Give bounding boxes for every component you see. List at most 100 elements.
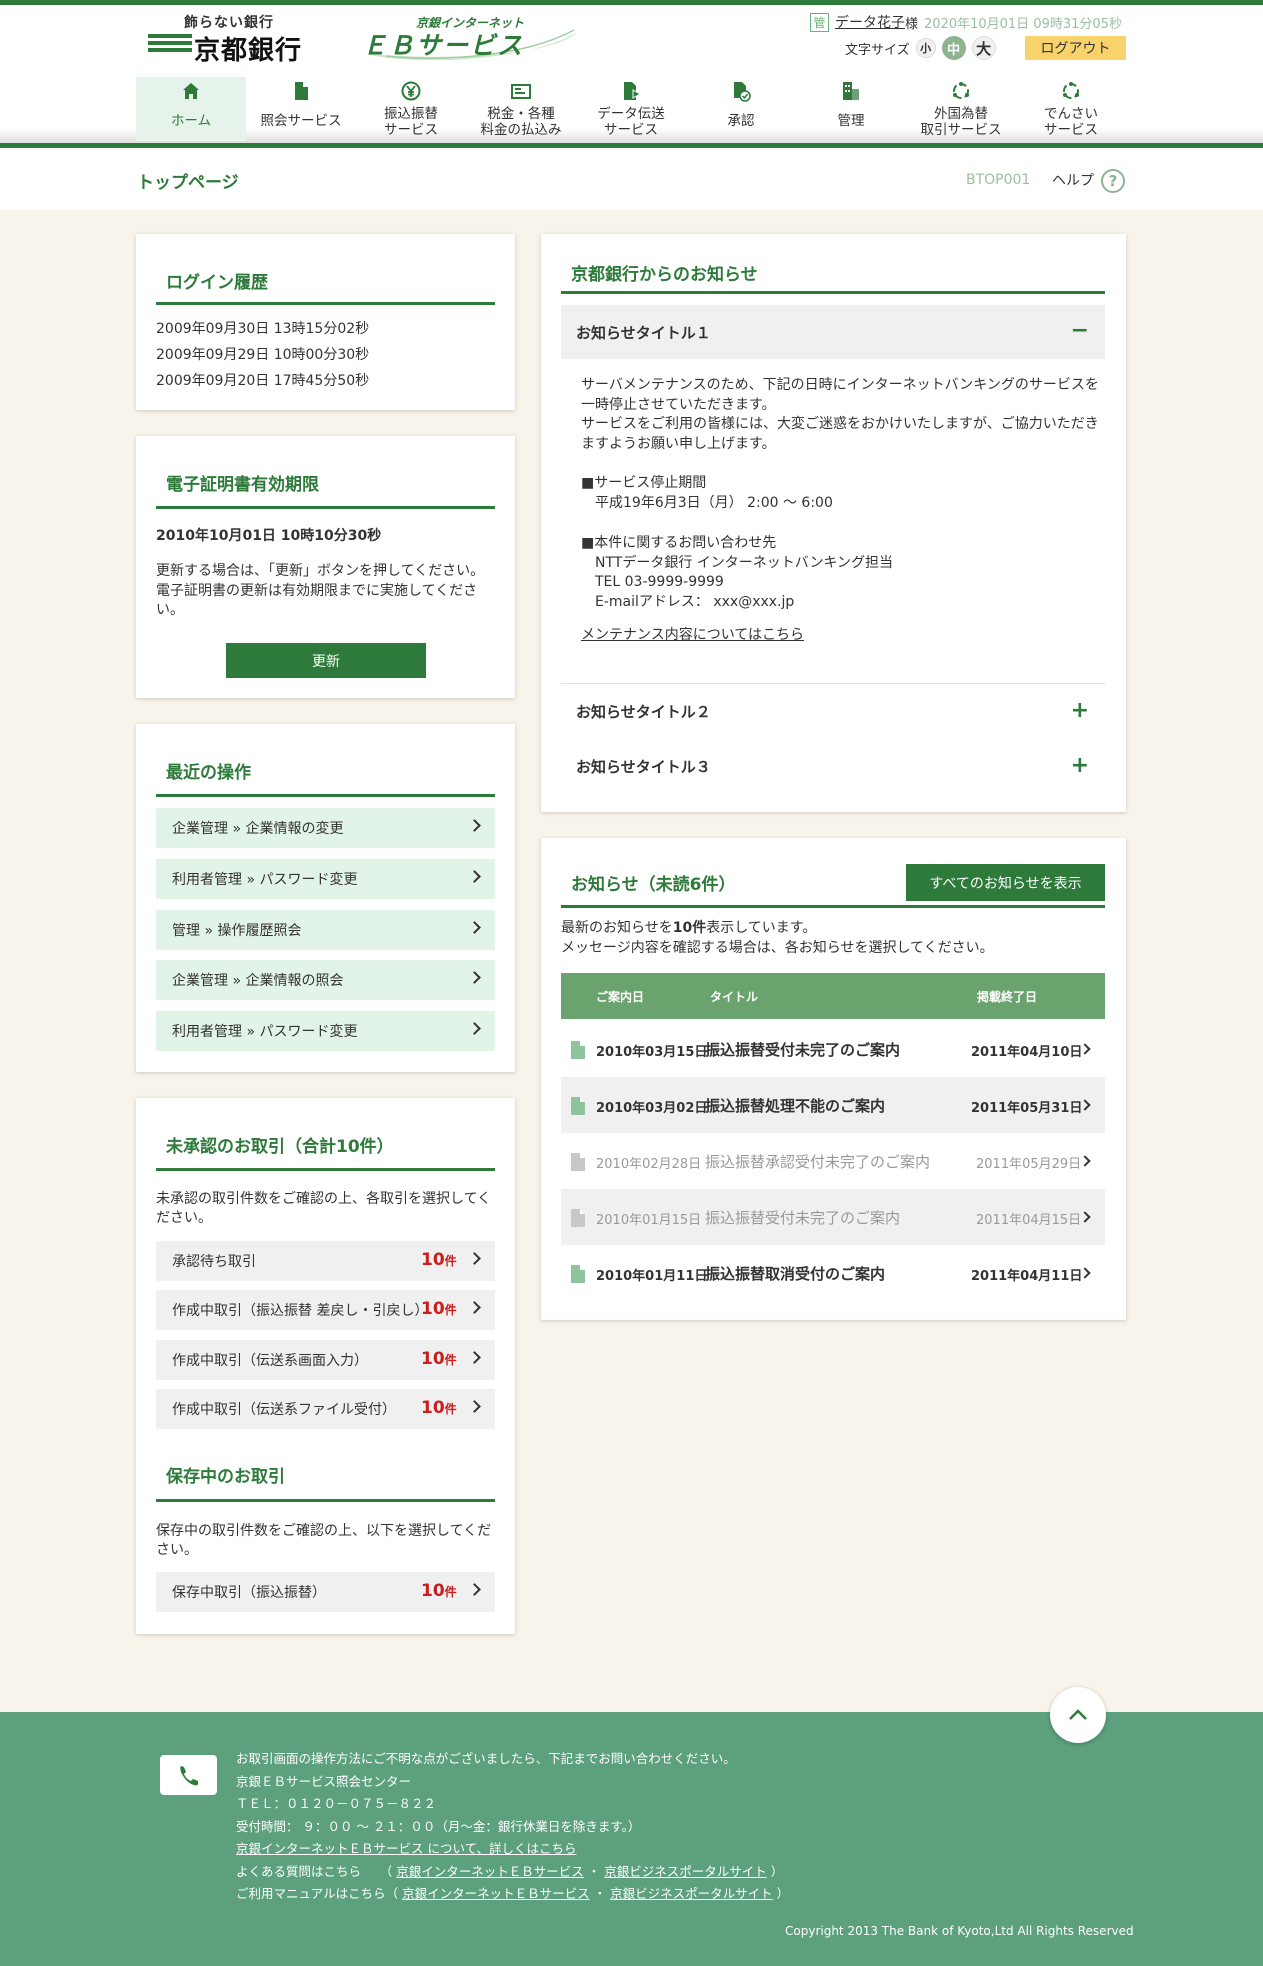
notice-accordion-header[interactable]: お知らせタイトル３ + [561,739,1105,793]
nav-label: 照会サービス [260,113,342,129]
eb-service-logo[interactable]: 京銀インターネット ＥＢサービス [356,12,582,60]
maintenance-link[interactable]: メンテナンス内容についてはこちら [581,624,804,644]
eb-service-info-link[interactable]: 京銀インターネットＥＢサービス について、詳しくはこちら [236,1838,789,1861]
notice-body: ■サービス停止期間 平成19年6月3日（月） 2:00 ～ 6:00 [581,475,833,511]
pending-count: 10件 [421,1250,457,1270]
document-icon [571,1041,585,1059]
recent-operation-item[interactable]: 利用者管理 » パスワード変更 [156,859,495,899]
news-end-date: 2011年04月10日 [971,1045,1083,1060]
nav-item-management[interactable]: 管理 [796,77,906,141]
recent-operation-item[interactable]: 企業管理 » 企業情報の変更 [156,808,495,848]
collapse-icon: − [1070,318,1089,343]
recent-operations-card: 最近の操作 企業管理 » 企業情報の変更 利用者管理 » パスワード変更 管理 … [136,724,515,1072]
font-medium-button[interactable]: 中 [941,36,966,60]
login-time: 2020年10月01日 09時31分05秒 [924,16,1122,32]
nav-item-tax-payment[interactable]: 税金・各種 料金の払込み [466,77,576,141]
news-row[interactable]: 2010年01月11日 振込振替取消受付のご案内 2011年04月11日 [561,1245,1105,1301]
chevron-right-icon [468,1252,481,1265]
copyright: Copyright 2013 The Bank of Kyoto,Ltd All… [785,1924,1134,1938]
nav-item-transfer[interactable]: 振込振替 サービス [356,77,466,141]
nav-label: サービス [604,122,658,138]
recent-operation-item[interactable]: 利用者管理 » パスワード変更 [156,1011,495,1051]
news-table-header: ご案内日 タイトル 掲載終了日 [561,973,1105,1019]
notice-title: お知らせタイトル１ [576,323,711,342]
home-icon [183,83,199,99]
nav-item-densai[interactable]: でんさい サービス [1016,77,1126,141]
manual-eb-link[interactable]: 京銀インターネットＥＢサービス [402,1886,590,1901]
back-to-top-button[interactable] [1050,1687,1106,1743]
recent-operation-item[interactable]: 管理 » 操作履歴照会 [156,910,495,950]
page-id: BTOP001 [966,172,1031,188]
document-icon [571,1153,585,1171]
notice-accordion-header[interactable]: お知らせタイトル１ − [561,305,1105,359]
card-title: 京都銀行からのお知らせ [571,265,758,285]
nav-item-inquiry[interactable]: 照会サービス [246,77,356,141]
admin-badge-icon: 管 [810,12,829,32]
show-all-news-button[interactable]: すべてのお知らせを表示 [906,864,1105,901]
font-small-button[interactable]: 小 [915,38,936,58]
phone-icon [160,1755,217,1795]
nav-label: 管理 [837,113,865,129]
user-suffix: 様 [905,16,919,32]
user-info: 管 データ花子 様 2020年10月01日 09時31分05秒 [810,11,1122,33]
logout-button[interactable]: ログアウト [1025,36,1126,60]
document-icon [295,82,308,100]
news-card: お知らせ（未読6件） すべてのお知らせを表示 最新のお知らせを10件表示していま… [541,838,1126,1320]
faq-line: よくある質問はこちら （ 京銀インターネットＥＢサービス ・ 京銀ビジネスポータ… [236,1863,784,1879]
font-large-button[interactable]: 大 [971,36,996,60]
news-title: 振込振替承認受付未完了のご案内 [705,1153,931,1171]
news-row[interactable]: 2010年01月15日 振込振替受付未完了のご案内 2011年04月15日 [561,1189,1105,1245]
footer-line: ＴＥＬ：０１２０－０７５－８２２ [236,1796,437,1811]
login-history-item: 2009年09月30日 13時15分02秒 [156,321,370,337]
notice-body: サーバメンテナンスのため、下記の日時にインターネットバンキングのサービスを一時停… [581,377,1099,452]
pending-item[interactable]: 作成中取引（伝送系ファイル受付） 10件 [156,1389,495,1429]
nav-label: 料金の払込み [480,122,562,138]
operation-label: 企業管理 » 企業情報の変更 [172,821,344,837]
nav-item-home[interactable]: ホーム [136,77,246,141]
faq-eb-link[interactable]: 京銀インターネットＥＢサービス [396,1864,584,1879]
notice-accordion-header[interactable]: お知らせタイトル２ + [561,684,1105,738]
fx-icon [953,82,969,99]
nav-label: 外国為替 [934,106,988,122]
news-end-date: 2011年05月29日 [976,1157,1082,1172]
operation-label: 企業管理 » 企業情報の照会 [172,973,344,989]
pending-item[interactable]: 承認待ち取引 10件 [156,1241,495,1281]
chevron-right-icon [468,819,481,832]
pending-count: 10件 [421,1299,457,1319]
title-rule [156,506,495,509]
news-end-date: 2011年04月11日 [971,1269,1083,1284]
news-row[interactable]: 2010年03月02日 振込振替処理不能のご案内 2011年05月31日 [561,1077,1105,1133]
news-date: 2010年03月02日 [596,1101,708,1116]
news-title: 振込振替取消受付のご案内 [705,1265,886,1283]
pending-transactions-card: 未承認のお取引（合計10件） 未承認の取引件数をご確認の上、各取引を選択してくだ… [136,1098,515,1634]
saved-item[interactable]: 保存中取引（振込振替） 10件 [156,1572,495,1612]
news-row[interactable]: 2010年02月28日 振込振替承認受付未完了のご案内 2011年05月29日 [561,1133,1105,1189]
login-history-item: 2009年09月20日 17時45分50秒 [156,373,370,389]
manage-icon [843,82,859,100]
faq-portal-link[interactable]: 京銀ビジネスポータルサイト [604,1864,767,1879]
nav-label: 取引サービス [920,122,1002,138]
pending-item[interactable]: 作成中取引（伝送系画面入力） 10件 [156,1340,495,1380]
notice-title: お知らせタイトル２ [576,702,711,721]
user-name-link[interactable]: データ花子 [835,12,905,32]
chevron-right-icon [468,1301,481,1314]
news-end-date: 2011年05月31日 [971,1101,1083,1116]
bank-logo-mark-icon[interactable] [148,34,192,60]
help-icon[interactable]: ? [1101,169,1125,193]
pending-item[interactable]: 作成中取引（振込振替 差戻し・引戻し） 10件 [156,1290,495,1330]
column-header-date: ご案内日 [596,990,645,1004]
news-row[interactable]: 2010年03月15日 振込振替受付未完了のご案内 2011年04月10日 [561,1021,1105,1077]
bank-notice-card: 京都銀行からのお知らせ お知らせタイトル１ − サーバメンテナンスのため、下記の… [541,234,1126,812]
bank-logo-name[interactable]: 京都銀行 [194,30,302,67]
manual-portal-link[interactable]: 京銀ビジネスポータルサイト [610,1886,773,1901]
help-link[interactable]: ヘルプ [1052,170,1094,190]
page-title: トップページ [137,173,239,193]
expand-icon: + [1070,753,1089,778]
operation-label: 管理 » 操作履歴照会 [172,923,302,939]
densai-icon [1063,82,1079,99]
recent-operation-item[interactable]: 企業管理 » 企業情報の照会 [156,960,495,1000]
renew-button[interactable]: 更新 [226,643,426,678]
nav-item-approval[interactable]: 承認 [686,77,796,141]
nav-item-foreign-exchange[interactable]: 外国為替 取引サービス [906,77,1016,141]
nav-item-data-transmission[interactable]: データ伝送 サービス [576,77,686,141]
